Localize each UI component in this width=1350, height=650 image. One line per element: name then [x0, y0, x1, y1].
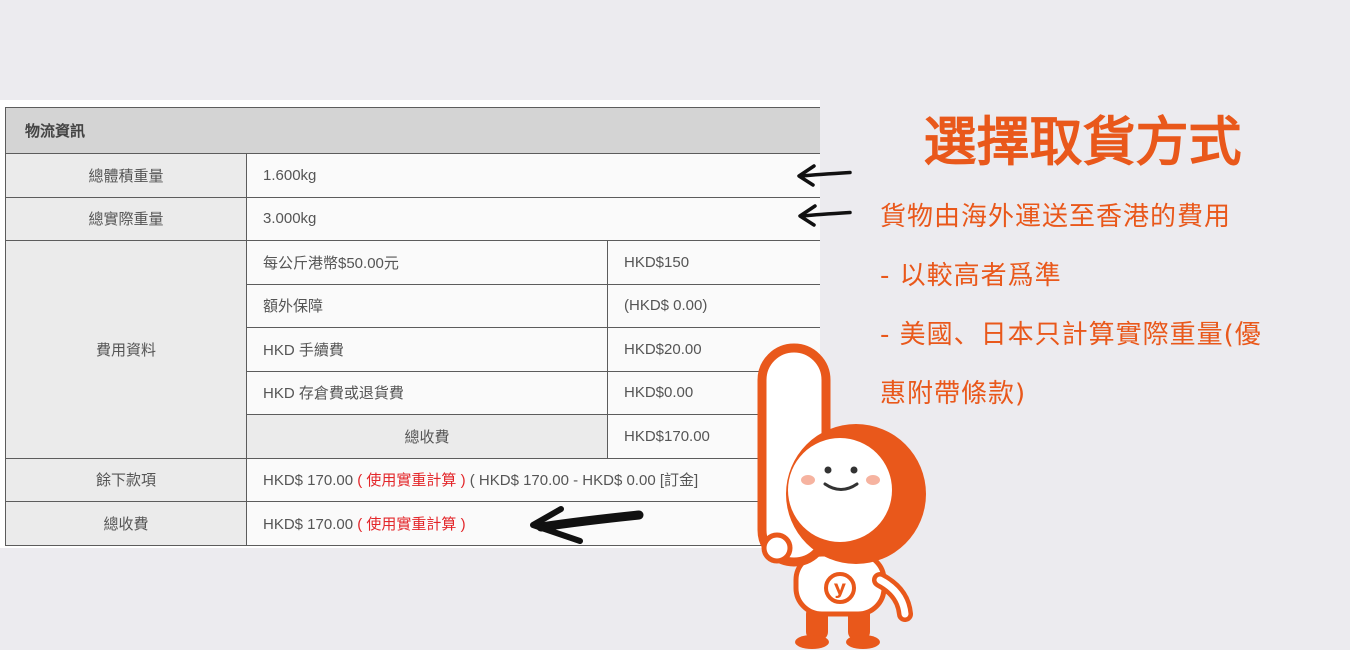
logistics-info-table: 物流資訊 總體積重量 1.600kg 總實際重量 3.000kg 費用資料 每公…: [4, 107, 820, 546]
grand-total-amount: HKD$ 170.00: [263, 515, 354, 533]
grand-total-value: HKD$ 170.00 ( 使用實重計算 ): [245, 501, 820, 546]
mascot-illustration: y: [757, 343, 926, 649]
mascot-right-foot: [846, 635, 880, 649]
fee-item-name: 額外保障: [246, 283, 608, 328]
grand-total-note: ( 使用實重計算 ): [357, 515, 466, 533]
fee-item-name: HKD 存倉費或退貨費: [246, 370, 608, 415]
table-row: 總體積重量 1.600kg: [5, 153, 820, 198]
mascot-left-foot: [795, 635, 829, 649]
mascot-left-eye: [824, 466, 832, 474]
fee-item-name: HKD 手續費: [246, 327, 608, 372]
fee-item-amount: HKD$150: [606, 240, 820, 285]
mascot-badge-letter: y: [834, 577, 847, 599]
balance-detail: ( HKD$ 170.00 - HKD$ 0.00 [訂金]: [469, 472, 699, 490]
actual-weight-value: 3.000kg: [245, 196, 820, 241]
panel-line: - 以較高者爲準: [880, 261, 1062, 291]
fees-subtotal-label: 總收費: [246, 414, 608, 459]
fees-label: 費用資料: [5, 240, 247, 459]
panel-line: - 美國、日本只計算實際重量(優: [880, 320, 1262, 350]
panel-line: 貨物由海外運送至香港的費用: [880, 202, 1232, 232]
table-row: 餘下款項 HKD$ 170.00 ( 使用實重計算 ) ( HKD$ 170.0…: [5, 457, 820, 502]
balance-note: ( 使用實重計算 ): [357, 472, 466, 490]
grand-total-label: 總收費: [5, 501, 247, 546]
panel-line: 惠附帶條款): [880, 379, 1027, 409]
mascot-right-cheek: [866, 475, 880, 485]
balance-value: HKD$ 170.00 ( 使用實重計算 ) ( HKD$ 170.00 - H…: [245, 457, 820, 502]
panel-title: 選擇取貨方式: [923, 112, 1242, 173]
fee-item-amount: (HKD$ 0.00): [606, 283, 820, 328]
balance-label: 餘下款項: [5, 457, 247, 502]
table-header-row: 物流資訊: [4, 107, 820, 154]
panel-description: 貨物由海外運送至香港的費用 - 以較高者爲準 - 美國、日本只計算實際重量(優 …: [880, 188, 1330, 424]
table-screenshot: 物流資訊 總體積重量 1.600kg 總實際重量 3.000kg 費用資料 每公…: [0, 100, 820, 548]
volumetric-weight-label: 總體積重量: [5, 153, 247, 198]
mascot-hand: [761, 532, 793, 564]
actual-weight-label: 總實際重量: [5, 196, 247, 241]
volumetric-weight-value: 1.600kg: [245, 153, 820, 198]
table-row: 費用資料 每公斤港幣$50.00元 HKD$150: [5, 240, 820, 459]
balance-amount: HKD$ 170.00: [263, 472, 354, 490]
mascot-right-eye: [850, 466, 858, 474]
table-row: 總實際重量 3.000kg: [5, 196, 820, 241]
fee-item-name: 每公斤港幣$50.00元: [246, 240, 608, 285]
mascot-left-cheek: [801, 475, 815, 485]
table-row: 總收費 HKD$ 170.00 ( 使用實重計算 ): [5, 501, 820, 546]
table-header: 物流資訊: [4, 107, 820, 154]
